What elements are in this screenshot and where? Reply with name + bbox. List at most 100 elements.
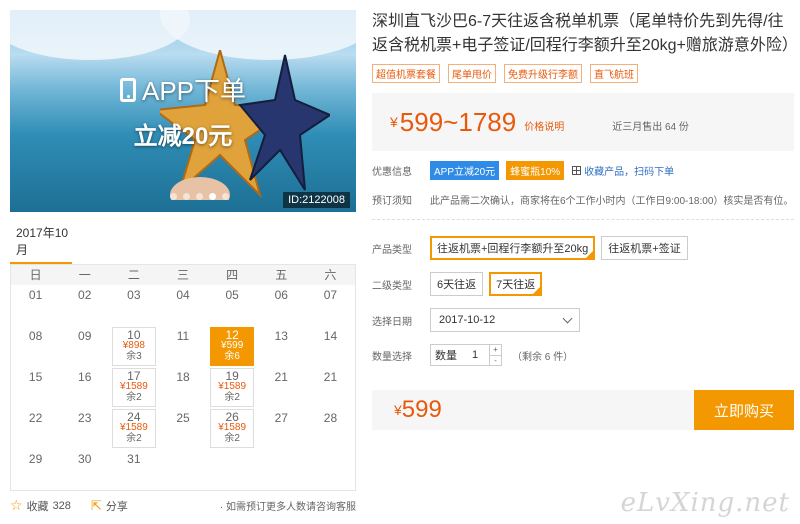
day-number: 08 [28,329,43,343]
chevron-down-icon [562,313,573,324]
calendar-day: 22 [11,408,60,449]
calendar-day-available[interactable]: 26 ¥1589 余2 [210,409,255,448]
day-number: 03 [127,288,141,302]
calendar-day [208,449,257,490]
calendar-day-available[interactable]: 24 ¥1589 余2 [111,409,156,448]
calendar-day [306,449,355,490]
date-value: 2017-10-12 [439,314,496,326]
stepper-buttons: + - [489,345,501,365]
quantity-value[interactable]: 1 [461,349,489,361]
discount-text: 立减20元 [133,123,233,150]
day-number: 18 [176,370,190,384]
quantity-row: 数量选择 数量 1 + - （剩余 6 件） [372,344,794,366]
share-label: 分享 [105,500,128,513]
carousel-dots[interactable] [170,193,229,200]
date-label: 选择日期 [372,316,412,328]
day-price: ¥898 [122,340,145,351]
favorite-button[interactable]: ☆ 收藏 328 [10,497,71,514]
carousel-dot[interactable] [170,193,177,200]
calendar-day: 01 [11,285,60,326]
day-number: 07 [323,288,338,302]
product-tag: 超值机票套餐 [372,64,440,83]
calendar-day: 30 [60,449,109,490]
day-remaining: 余2 [126,392,142,403]
day-remaining: 余6 [224,351,240,362]
app-discount-badge: APP立减20元 [430,161,500,180]
day-remaining: 余2 [224,433,240,444]
banner-overlay: APP下单 立减20元 [10,10,356,212]
carousel-dot[interactable] [222,193,229,200]
carousel-dot-active[interactable] [209,193,216,200]
remaining-stock: （剩余 6 件） [512,351,574,363]
product-id-tag: ID:2122008 [283,192,350,208]
sold-count: 近三月售出 64 份 [612,121,689,133]
quantity-label: 数量选择 [372,351,412,363]
day-number: 25 [176,411,190,425]
calendar-day-selected[interactable]: 12 ¥599 余6 [210,327,255,366]
weekday-label: 日 [29,268,42,282]
banner-image[interactable]: APP下单 立减20元 ID:2122008 [10,10,356,212]
calendar-day-available[interactable]: 10 ¥898 余3 [111,327,156,366]
day-number: 06 [274,288,288,302]
calendar-day: 28 [306,408,355,449]
day-number: 21 [274,370,288,384]
day-number: 02 [78,288,92,302]
day-remaining: 余2 [224,392,240,403]
calendar-day [257,449,306,490]
left-panel: APP下单 立减20元 ID:2122008 2017年10月 日 一 二 三 四 五 六 … [10,10,360,514]
product-tag: 尾单甩价 [448,64,496,83]
type-option[interactable]: 往返机票+签证 [601,236,688,260]
day-number: 13 [274,329,288,343]
favorite-count: 328 [52,499,71,512]
buy-now-button[interactable]: 立即购买 [694,390,794,430]
calendar-day: 25 [158,408,207,449]
calendar-day-available[interactable]: 17 ¥1589 余2 [111,368,156,407]
day-price: ¥1589 [218,381,247,392]
calendar-week-row: 08 09 10 ¥898 余3 11 12 ¥599 余6 13 14 [11,326,355,367]
calendar-day: 14 [306,326,355,367]
scan-order-link[interactable]: 收藏产品，扫码下单 [584,163,674,178]
day-price: ¥599 [221,340,244,351]
day-number: 31 [127,452,141,466]
quantity-stepper[interactable]: 数量 1 + - [430,344,502,366]
calendar-month-tab[interactable]: 2017年10月 [10,224,72,264]
type-option-selected[interactable]: 往返机票+回程行李额升至20kg [430,236,596,260]
calendar-day: 04 [158,285,207,326]
calendar-day: 03 [109,285,158,326]
day-number: 04 [176,288,190,302]
calendar-day: 16 [60,367,109,408]
calendar-week-row: 15 16 17 ¥1589 余2 18 19 ¥1589 余2 21 21 [11,367,355,408]
calendar-day: 27 [257,408,306,449]
day-number: 22 [28,411,43,425]
carousel-dot[interactable] [183,193,190,200]
day-number: 09 [78,329,92,343]
share-icon: ⇱ [90,497,102,513]
calendar-day: 21 [257,367,306,408]
day-number: 27 [274,411,288,425]
calendar-day: 06 [257,285,306,326]
day-number: 11 [176,329,190,343]
weekday-label: 一 [78,268,91,282]
day-number: 23 [78,411,92,425]
weekday-label: 二 [127,268,140,282]
calendar-week-row: 22 23 24 ¥1589 余2 25 26 ¥1589 余2 27 28 [11,408,355,449]
weekday-label: 四 [226,268,239,282]
date-select[interactable]: 2017-10-12 [430,308,580,332]
day-number: 28 [323,411,338,425]
increment-button[interactable]: + [490,345,501,355]
day-price: ¥1589 [218,422,247,433]
price-explain-link[interactable]: 价格说明 [524,118,564,133]
day-number: 21 [323,370,338,384]
decrement-button[interactable]: - [490,355,501,365]
star-icon: ☆ [10,497,23,513]
calendar-day-available[interactable]: 19 ¥1589 余2 [210,368,255,407]
calendar-day: 23 [60,408,109,449]
weekday-label: 六 [324,268,337,282]
level2-option[interactable]: 6天往返 [430,272,484,296]
share-button[interactable]: ⇱ 分享 [91,498,128,514]
calendar-day: 02 [60,285,109,326]
calendar: 日 一 二 三 四 五 六 01 02 03 04 05 06 07 08 09 10 ¥898 余3 11 12 ¥5… [10,264,356,491]
calendar-body: 01 02 03 04 05 06 07 08 09 10 ¥898 余3 11 12 ¥599 余6 13 14… [11,285,355,490]
carousel-dot[interactable] [196,193,203,200]
level2-option-selected[interactable]: 7天往返 [489,272,543,296]
